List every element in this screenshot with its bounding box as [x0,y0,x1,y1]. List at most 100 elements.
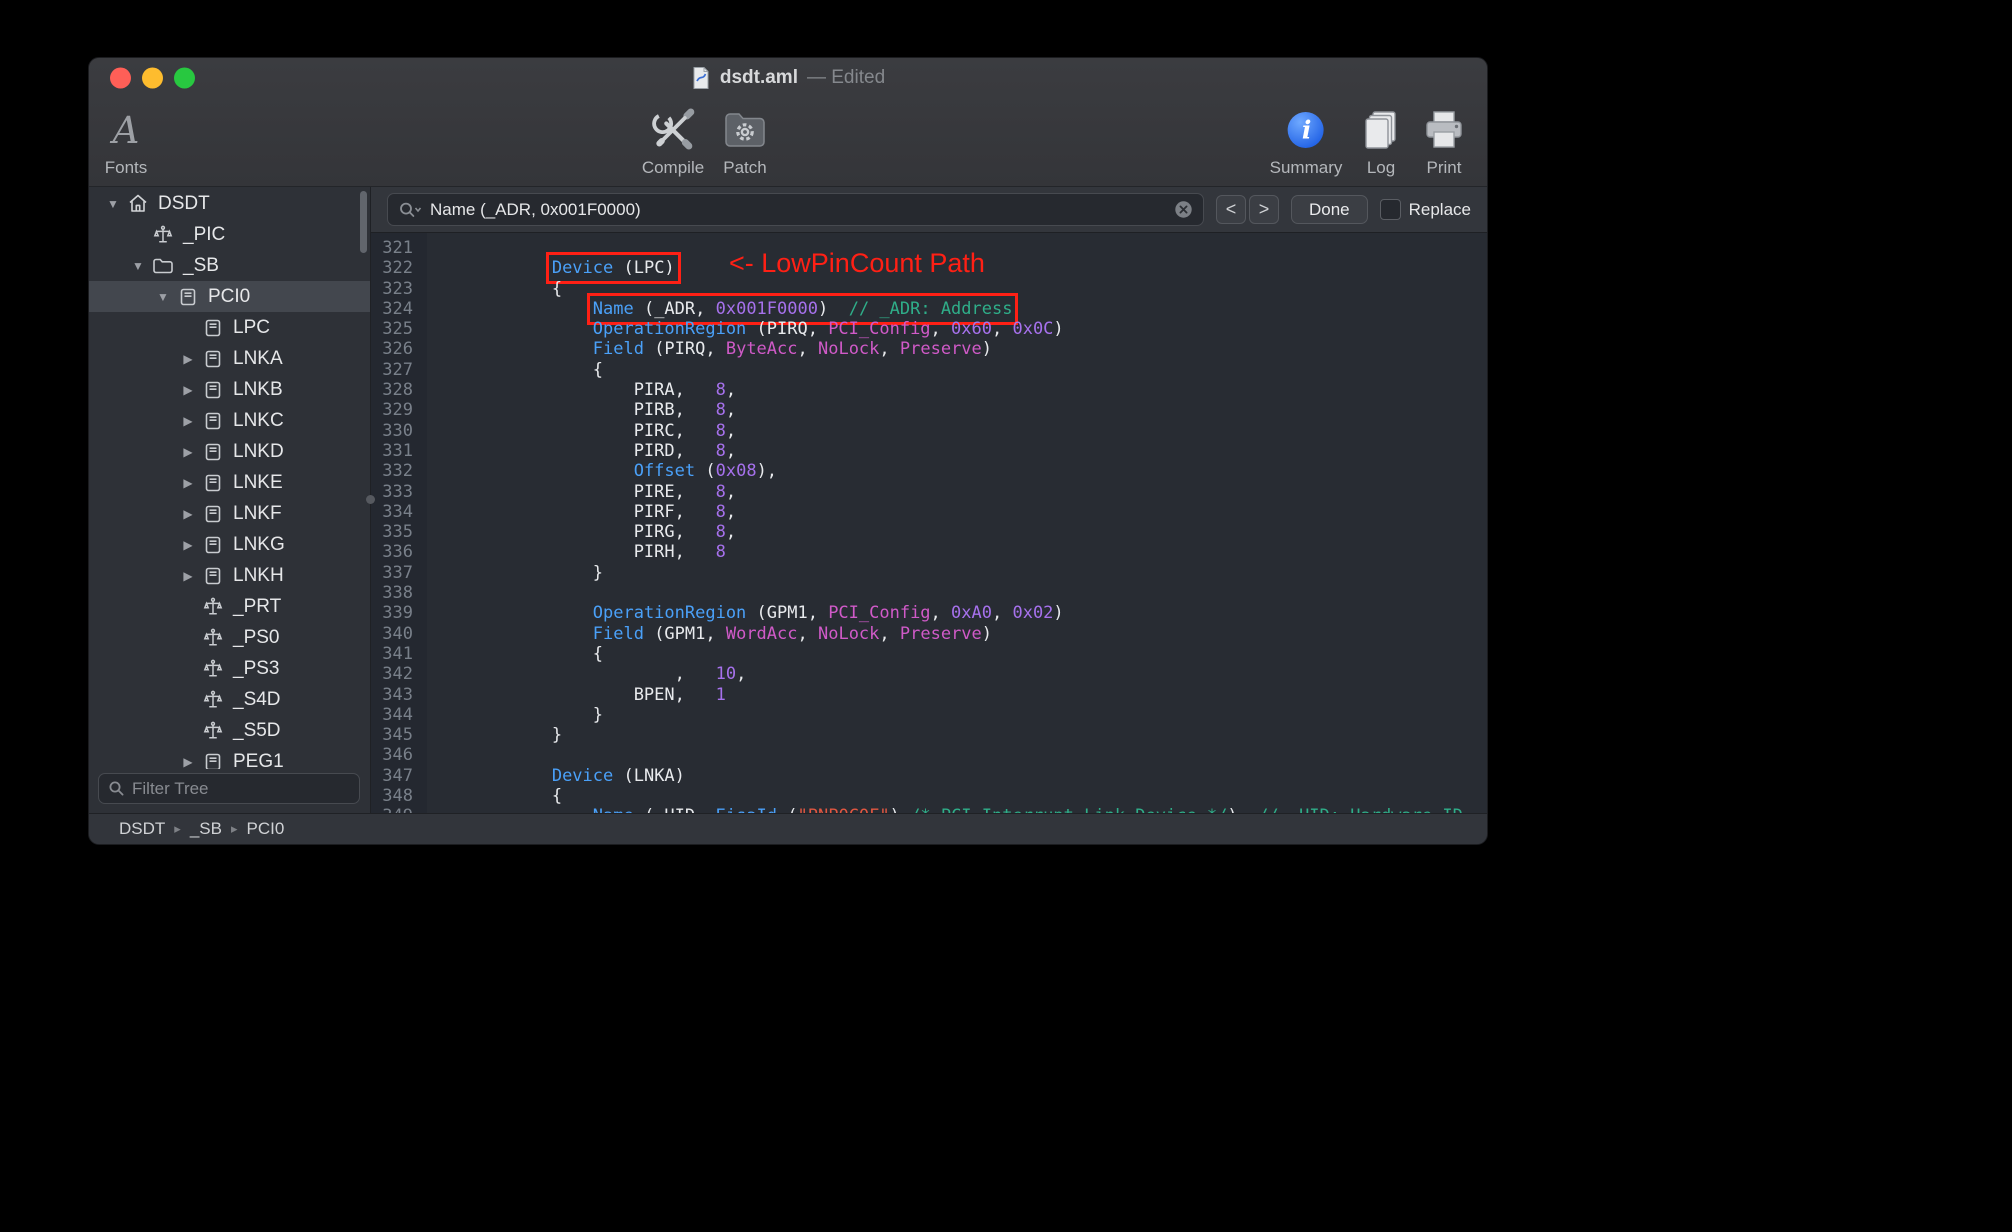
code-line-348[interactable]: 348 { [371,786,1487,806]
sidebar-item-_sb[interactable]: ▼ _SB [89,250,370,281]
sidebar-item-lnka[interactable]: ▶ LNKA [89,343,370,374]
find-next-button[interactable]: > [1248,195,1279,224]
sidebar-item-lnkc[interactable]: ▶ LNKC [89,405,370,436]
filter-tree-field[interactable]: Filter Tree [98,773,360,804]
sidebar-item-_s5d[interactable]: _S5D [89,715,370,746]
compile-button[interactable]: Compile [642,105,704,178]
code-line-346[interactable]: 346 [371,745,1487,765]
fonts-button[interactable]: A Fonts [105,105,148,178]
disclosure-closed-icon[interactable]: ▶ [176,755,200,769]
disclosure-closed-icon[interactable]: ▶ [176,569,200,583]
code-line-323[interactable]: 323 { [371,279,1487,299]
fonts-icon: A [112,108,140,152]
code-line-347[interactable]: 347 Device (LNKA) [371,766,1487,786]
sidebar-item-label: PCI0 [208,285,251,307]
code-line-334[interactable]: 334 PIRF, 8, [371,502,1487,522]
code-line-337[interactable]: 337 } [371,563,1487,583]
disclosure-closed-icon[interactable]: ▶ [176,414,200,428]
sidebar-item-lpc[interactable]: LPC [89,312,370,343]
print-button[interactable]: Print [1422,105,1466,178]
sidebar-item-lnkb[interactable]: ▶ LNKB [89,374,370,405]
code-line-336[interactable]: 336 PIRH, 8 [371,542,1487,562]
code-line-325[interactable]: 325 OperationRegion (PIRQ, PCI_Config, 0… [371,319,1487,339]
window-title: dsdt.aml [719,67,798,88]
search-input[interactable]: Name (_ADR, 0x001F0000) [430,200,1167,220]
splitter-handle[interactable] [366,495,375,504]
breadcrumb-item-dsdt[interactable]: DSDT [119,819,165,839]
sidebar-tree: ▼ DSDT _PIC ▼ _SB ▼ PCI0 LPC ▶ LNKA ▶ LNKB ▶ LNKC ▶ LNK… [89,187,370,769]
disclosure-closed-icon[interactable]: ▶ [176,507,200,521]
sidebar-item-lnke[interactable]: ▶ LNKE [89,467,370,498]
code-line-342[interactable]: 342 , 10, [371,664,1487,684]
sidebar-item-peg1[interactable]: ▶ PEG1 [89,746,370,769]
disclosure-open-icon[interactable]: ▼ [151,290,175,304]
code-line-331[interactable]: 331 PIRD, 8, [371,441,1487,461]
sidebar-item-_pic[interactable]: _PIC [89,219,370,250]
code-line-326[interactable]: 326 Field (PIRQ, ByteAcc, NoLock, Preser… [371,339,1487,359]
code-line-344[interactable]: 344 } [371,705,1487,725]
disclosure-open-icon[interactable]: ▼ [101,197,125,211]
line-number: 337 [382,562,413,583]
sidebar-item-lnkd[interactable]: ▶ LNKD [89,436,370,467]
code-line-322[interactable]: 322 Device (LPC) <- LowPinCount Path [371,250,1487,285]
zoom-button[interactable] [174,67,195,89]
code-line-335[interactable]: 335 PIRG, 8, [371,522,1487,542]
code-line-333[interactable]: 333 PIRE, 8, [371,482,1487,502]
code-line-329[interactable]: 329 PIRB, 8, [371,400,1487,420]
code-line-349[interactable]: 349 Name (_HID, EisaId ("PNP0C0F") /* PC… [371,806,1487,813]
code-line-330[interactable]: 330 PIRC, 8, [371,421,1487,441]
disclosure-closed-icon[interactable]: ▶ [176,538,200,552]
disclosure-open-icon[interactable]: ▼ [126,259,150,273]
sidebar-item-label: LNKE [233,471,283,493]
code-line-328[interactable]: 328 PIRA, 8, [371,380,1487,400]
sidebar-item-_ps0[interactable]: _PS0 [89,622,370,653]
done-button[interactable]: Done [1290,195,1368,224]
code-line-341[interactable]: 341 { [371,644,1487,664]
sidebar-item-_prt[interactable]: _PRT [89,591,370,622]
code-line-345[interactable]: 345 } [371,725,1487,745]
code-text: } [429,704,603,725]
code-text: Name (_HID, EisaId ("PNP0C0F") /* PCI In… [429,806,1463,813]
sidebar-item-lnkg[interactable]: ▶ LNKG [89,529,370,560]
minimize-button[interactable] [142,67,163,89]
disclosure-closed-icon[interactable]: ▶ [176,383,200,397]
breadcrumb-item-pci0[interactable]: PCI0 [246,819,284,839]
code-line-343[interactable]: 343 BPEN, 1 [371,685,1487,705]
search-menu-icon[interactable] [398,201,423,219]
disclosure-closed-icon[interactable]: ▶ [176,445,200,459]
summary-button[interactable]: i Summary [1270,105,1342,178]
sidebar-item-label: _SB [183,254,219,276]
title-bar[interactable]: dsdt.aml — Edited [89,58,1487,98]
sidebar-item-label: LNKC [233,409,284,431]
sidebar-item-dsdt[interactable]: ▼ DSDT [89,188,370,219]
line-number: 331 [382,440,413,461]
close-button[interactable] [110,67,131,89]
find-previous-button[interactable]: < [1215,195,1246,224]
code-text: PIRD, 8, [429,440,737,461]
code-line-338[interactable]: 338 [371,583,1487,603]
code-text: { [429,359,603,380]
sidebar-item-_ps3[interactable]: _PS3 [89,653,370,684]
code-line-339[interactable]: 339 OperationRegion (GPM1, PCI_Config, 0… [371,603,1487,623]
sidebar: ▼ DSDT _PIC ▼ _SB ▼ PCI0 LPC ▶ LNKA ▶ LNKB ▶ LNKC ▶ LNK… [89,187,375,813]
code-line-324[interactable]: 324 Name (_ADR, 0x001F0000) // _ADR: Add… [371,292,1487,325]
sidebar-item-lnkh[interactable]: ▶ LNKH [89,560,370,591]
sidebar-item-_s4d[interactable]: _S4D [89,684,370,715]
disclosure-closed-icon[interactable]: ▶ [176,476,200,490]
breadcrumb-item-_sb[interactable]: _SB [190,819,222,839]
sidebar-item-lnkf[interactable]: ▶ LNKF [89,498,370,529]
log-button[interactable]: Log [1360,105,1402,178]
line-number: 344 [382,704,413,725]
content-area: ▼ DSDT _PIC ▼ _SB ▼ PCI0 LPC ▶ LNKA ▶ LNKB ▶ LNKC ▶ LNK… [89,187,1487,813]
code-line-327[interactable]: 327 { [371,360,1487,380]
search-field[interactable]: Name (_ADR, 0x001F0000) [387,193,1204,226]
code-line-340[interactable]: 340 Field (GPM1, WordAcc, NoLock, Preser… [371,624,1487,644]
disclosure-closed-icon[interactable]: ▶ [176,352,200,366]
clear-search-button[interactable] [1174,200,1193,219]
code-editor[interactable]: 321 322 Device (LPC) <- LowPinCount Path 32… [371,233,1487,813]
sidebar-item-pci0[interactable]: ▼ PCI0 [89,281,370,312]
code-line-332[interactable]: 332 Offset (0x08), [371,461,1487,481]
patch-button[interactable]: Patch [722,105,768,178]
sidebar-scrollbar[interactable] [360,191,367,253]
replace-checkbox[interactable] [1379,199,1401,220]
